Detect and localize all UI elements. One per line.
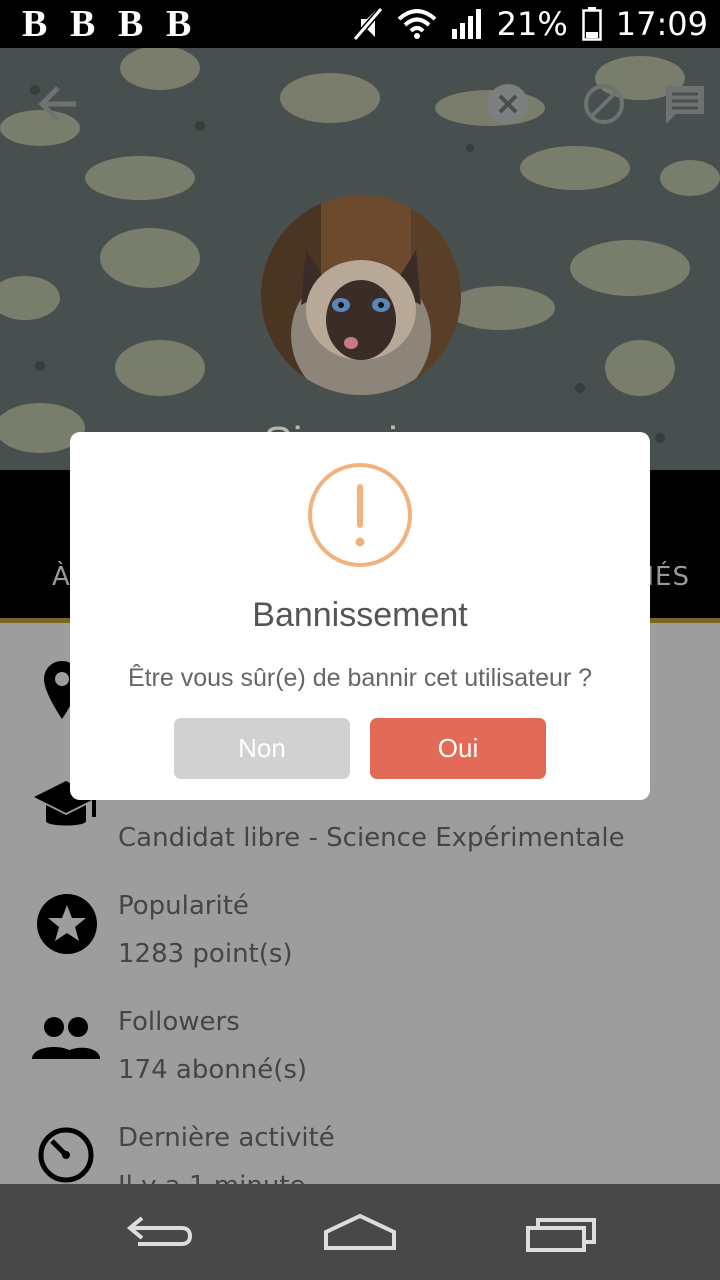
remove-icon[interactable] bbox=[486, 82, 530, 126]
home-icon[interactable] bbox=[322, 1212, 398, 1254]
wifi-icon bbox=[397, 9, 436, 39]
row-label: Dernière activité bbox=[118, 1123, 335, 1153]
confirm-button[interactable]: Oui bbox=[370, 718, 546, 779]
block-icon[interactable] bbox=[582, 82, 626, 126]
status-bar: B B B B 21% 17:09 bbox=[0, 0, 720, 48]
notification-icon: B bbox=[166, 3, 192, 45]
back-icon[interactable] bbox=[124, 1212, 196, 1252]
notification-icon: B bbox=[118, 3, 144, 45]
row-value: 174 abonné(s) bbox=[118, 1055, 308, 1085]
battery-percentage: 21% bbox=[496, 5, 568, 43]
recent-apps-icon[interactable] bbox=[524, 1214, 598, 1254]
timer-icon bbox=[38, 1127, 94, 1183]
notification-icon: B bbox=[22, 3, 48, 45]
battery-icon bbox=[582, 7, 602, 41]
row-value: 1283 point(s) bbox=[118, 939, 293, 969]
dialog-message: Être vous sûr(e) de bannir cet utilisate… bbox=[127, 664, 593, 692]
row-value: Candidat libre - Science Expérimentale bbox=[118, 823, 625, 853]
cat-avatar-image bbox=[261, 195, 461, 395]
avatar bbox=[261, 195, 461, 395]
dialog-title: Bannissement bbox=[252, 596, 468, 634]
navigation-bar bbox=[0, 1184, 720, 1280]
clock: 17:09 bbox=[615, 5, 708, 43]
row-value: Il y a 1 minute bbox=[118, 1171, 306, 1184]
mute-icon bbox=[352, 7, 383, 41]
signal-icon bbox=[451, 9, 481, 39]
row-label: Followers bbox=[118, 1007, 240, 1037]
profile-header: •Siamoise • bbox=[0, 48, 720, 470]
tab-left[interactable]: À bbox=[52, 562, 70, 592]
row-label: Popularité bbox=[118, 891, 249, 921]
message-icon[interactable] bbox=[664, 84, 708, 128]
cancel-button[interactable]: Non bbox=[174, 718, 350, 779]
back-arrow-icon[interactable] bbox=[36, 84, 80, 124]
followers-icon bbox=[32, 1017, 100, 1059]
star-badge-icon bbox=[37, 894, 97, 954]
warning-icon bbox=[308, 463, 412, 567]
notification-icon: B bbox=[70, 3, 96, 45]
ban-confirmation-dialog: Bannissement Être vous sûr(e) de bannir … bbox=[70, 432, 650, 800]
